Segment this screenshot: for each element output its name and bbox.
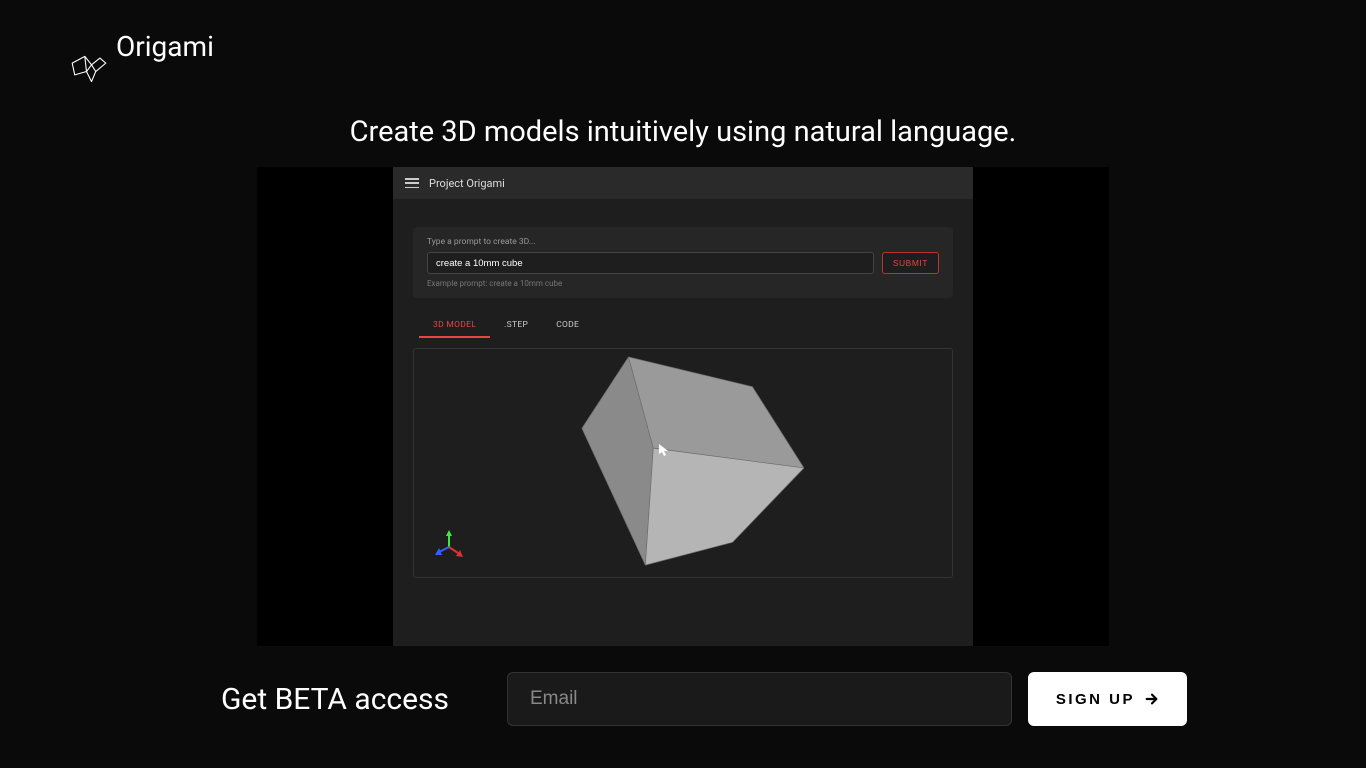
- hamburger-icon[interactable]: [405, 178, 419, 188]
- cursor-icon: [659, 444, 669, 459]
- example-hint: Example prompt: create a 10mm cube: [427, 279, 939, 288]
- submit-button[interactable]: SUBMIT: [882, 252, 939, 274]
- prompt-label: Type a prompt to create 3D...: [427, 237, 939, 247]
- axis-gizmo-icon: [434, 529, 464, 559]
- app-title: Project Origami: [429, 177, 505, 190]
- app-header: Project Origami: [393, 167, 973, 199]
- tabs: 3D MODEL .STEP CODE: [413, 314, 953, 338]
- cube-render: [414, 349, 952, 577]
- email-field[interactable]: [507, 672, 1012, 726]
- app-body: Type a prompt to create 3D... SUBMIT Exa…: [393, 199, 973, 590]
- cta-bar: Get BETA access SIGN UP: [179, 672, 1187, 726]
- origami-bird-icon: [68, 48, 110, 90]
- arrow-right-icon: [1145, 692, 1159, 706]
- brand-name: Origami: [116, 30, 206, 64]
- signup-label: SIGN UP: [1056, 691, 1135, 708]
- demo-screenshot: Project Origami Type a prompt to create …: [257, 167, 1109, 646]
- header: Origami: [0, 0, 1366, 90]
- tagline: Create 3D models intuitively using natur…: [0, 115, 1366, 149]
- tab-3d-model[interactable]: 3D MODEL: [419, 314, 490, 338]
- tab-code[interactable]: CODE: [542, 314, 593, 338]
- app-window: Project Origami Type a prompt to create …: [393, 167, 973, 646]
- signup-button[interactable]: SIGN UP: [1028, 672, 1187, 726]
- tab-step[interactable]: .STEP: [490, 314, 542, 338]
- prompt-card: Type a prompt to create 3D... SUBMIT Exa…: [413, 227, 953, 298]
- 3d-viewport[interactable]: [413, 348, 953, 578]
- prompt-input[interactable]: [427, 252, 874, 274]
- logo: Origami: [68, 30, 206, 90]
- beta-heading: Get BETA access: [179, 682, 491, 717]
